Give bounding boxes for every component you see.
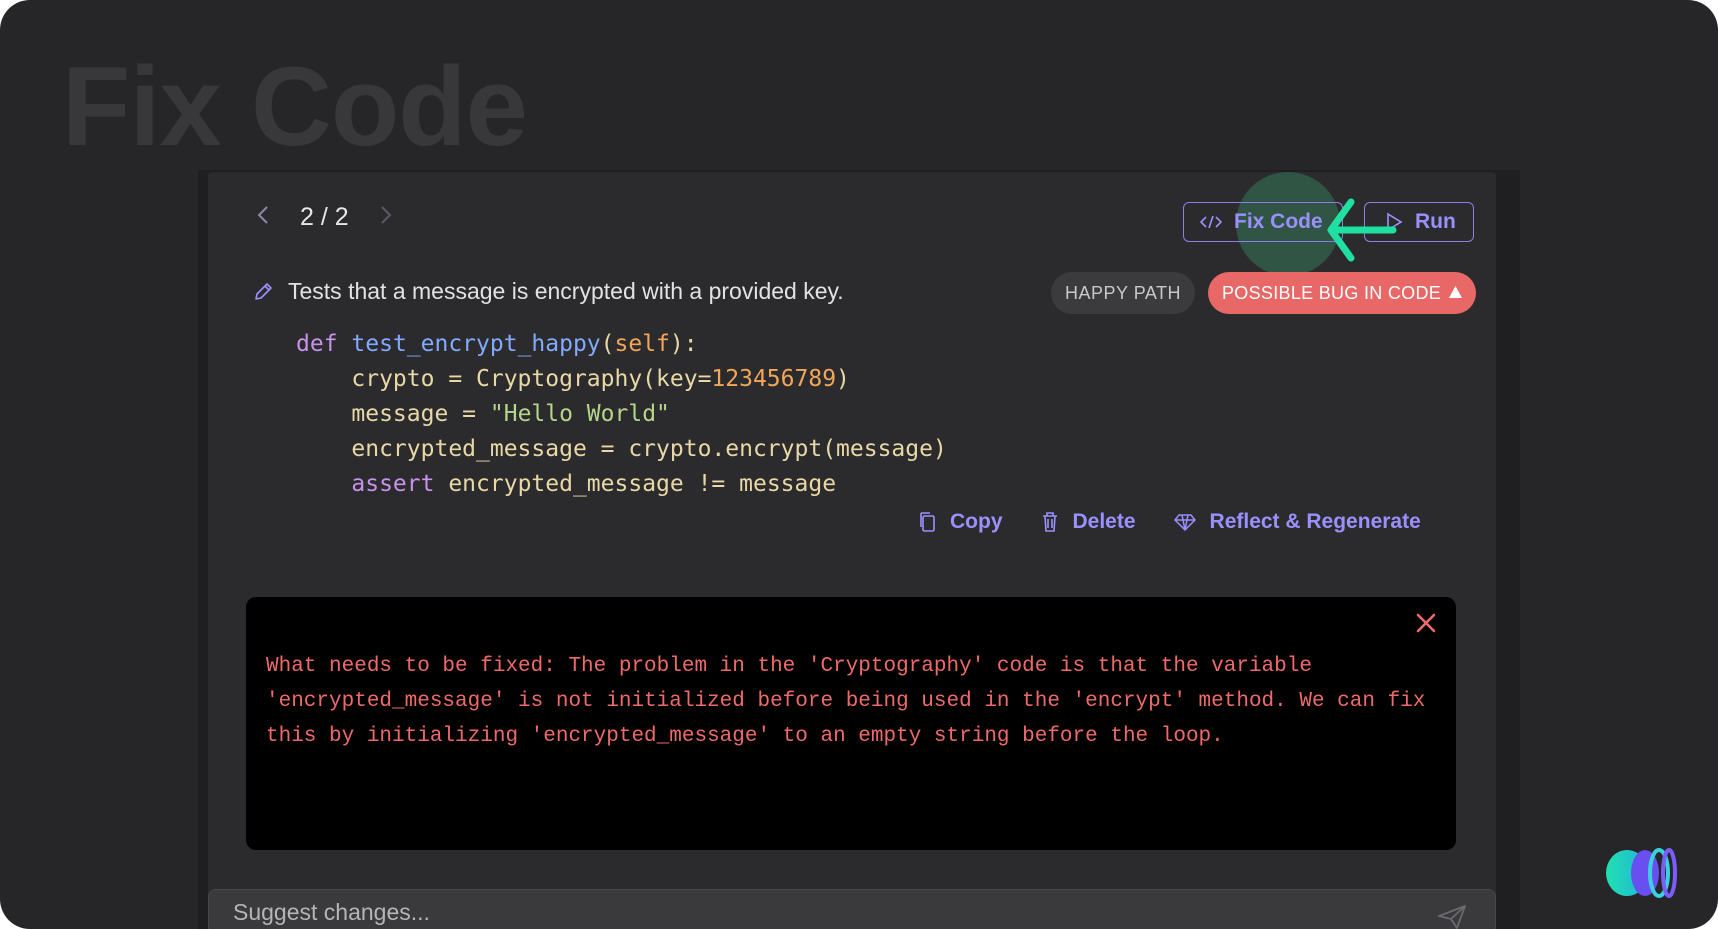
code-string: "Hello World" bbox=[489, 401, 670, 427]
suggest-changes-field[interactable] bbox=[208, 889, 1496, 929]
suggest-changes-input[interactable] bbox=[231, 897, 1335, 927]
code-icon bbox=[1200, 214, 1222, 230]
happy-path-label: HAPPY PATH bbox=[1065, 282, 1182, 303]
reflect-regenerate-label: Reflect & Regenerate bbox=[1209, 510, 1421, 533]
chevron-right-icon[interactable] bbox=[371, 202, 401, 233]
test-description: Tests that a message is encrypted with a… bbox=[288, 278, 844, 304]
delete-label: Delete bbox=[1072, 510, 1136, 533]
brand-logo-icon bbox=[1606, 848, 1677, 898]
reflect-regenerate-button[interactable]: Reflect & Regenerate bbox=[1173, 510, 1421, 534]
code-line: message = bbox=[296, 401, 490, 427]
code-keyword: def bbox=[296, 331, 338, 357]
gem-icon bbox=[1173, 512, 1196, 532]
copy-icon bbox=[918, 511, 936, 533]
delete-button[interactable]: Delete bbox=[1041, 510, 1136, 534]
trash-icon bbox=[1041, 511, 1059, 533]
code-paren: ): bbox=[669, 331, 698, 357]
code-keyword: assert bbox=[351, 471, 435, 497]
test-card: 2 / 2 Fix Code Run Tests that a message … bbox=[208, 172, 1496, 929]
copy-button[interactable]: Copy bbox=[918, 510, 1003, 534]
error-panel: What needs to be fixed: The problem in t… bbox=[246, 597, 1456, 850]
code-self: self bbox=[614, 331, 670, 357]
pager-count: 2 / 2 bbox=[300, 203, 349, 231]
code-paren: ) bbox=[836, 366, 850, 392]
app-frame: Fix Code 2 / 2 Fix Code Run Tests that a… bbox=[0, 0, 1718, 929]
fix-code-button[interactable]: Fix Code bbox=[1183, 202, 1343, 242]
test-actions: Copy Delete Reflect & Regenerate bbox=[918, 510, 1459, 534]
run-button[interactable]: Run bbox=[1364, 202, 1474, 242]
close-icon[interactable] bbox=[1414, 611, 1438, 640]
play-icon bbox=[1385, 212, 1403, 232]
possible-bug-label: POSSIBLE BUG IN CODE bbox=[1222, 282, 1442, 303]
possible-bug-badge[interactable]: POSSIBLE BUG IN CODE bbox=[1208, 272, 1477, 314]
code-function-name: test_encrypt_happy bbox=[351, 331, 601, 357]
copy-label: Copy bbox=[950, 510, 1003, 533]
warning-triangle-icon bbox=[1449, 285, 1463, 301]
error-message: What needs to be fixed: The problem in t… bbox=[266, 655, 1438, 748]
code-number: 123456789 bbox=[711, 366, 837, 392]
chevron-left-icon[interactable] bbox=[248, 202, 278, 233]
test-description-row: Tests that a message is encrypted with a… bbox=[252, 278, 844, 305]
code-paren: ( bbox=[600, 331, 615, 357]
code-line: encrypted_message = crypto.encrypt(messa… bbox=[296, 436, 947, 462]
background-title: Fix Code bbox=[62, 44, 528, 169]
fix-code-label: Fix Code bbox=[1234, 210, 1323, 233]
pencil-icon[interactable] bbox=[252, 281, 274, 303]
code-line: crypto = Cryptography(key= bbox=[296, 366, 712, 392]
test-code: def test_encrypt_happy(self): crypto = C… bbox=[296, 327, 947, 502]
send-icon[interactable] bbox=[1437, 904, 1467, 929]
pager: 2 / 2 bbox=[248, 202, 401, 233]
code-line: encrypted_message != message bbox=[434, 471, 837, 497]
run-label: Run bbox=[1415, 210, 1456, 233]
happy-path-badge: HAPPY PATH bbox=[1051, 272, 1196, 314]
